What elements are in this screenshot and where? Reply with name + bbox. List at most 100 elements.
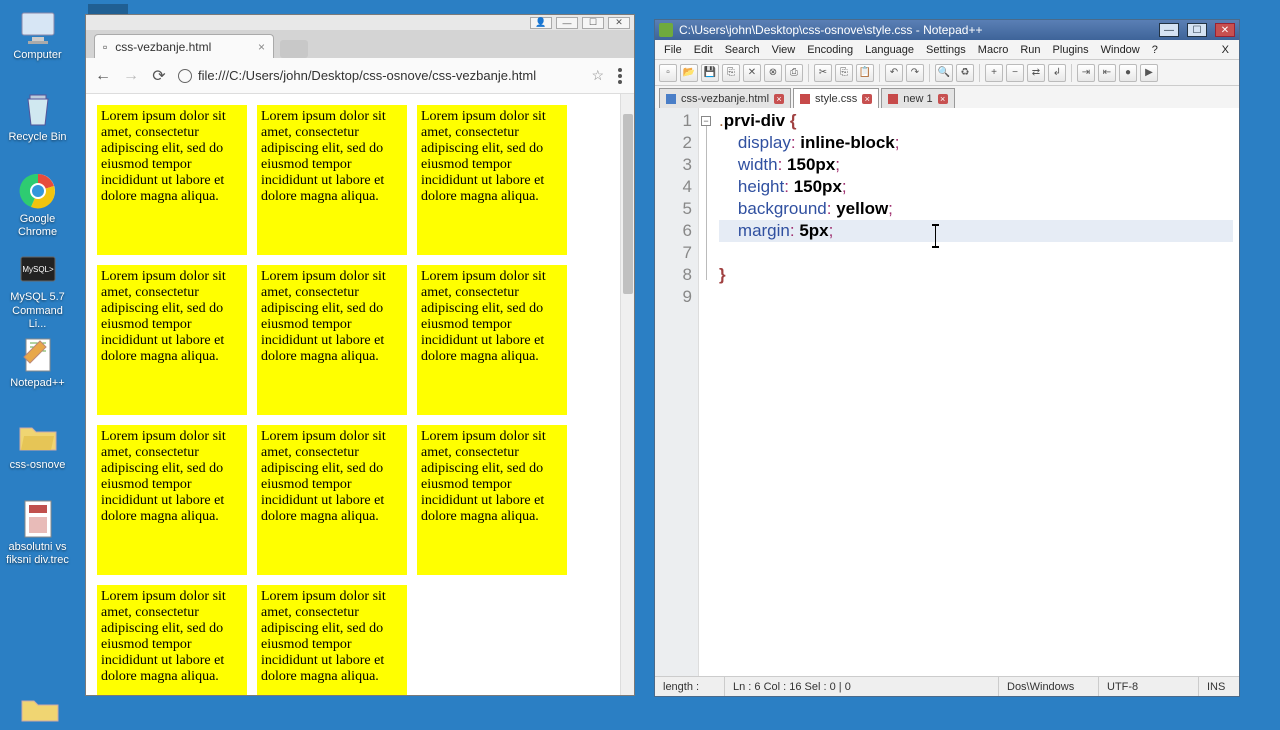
file-tab[interactable]: style.css× [793,88,879,108]
menu-edit[interactable]: Edit [689,42,718,58]
browser-tab[interactable]: ▫ css-vezbanje.html × [94,34,274,58]
desktop-label: Notepad++ [10,377,64,390]
redo-icon[interactable]: ↷ [906,64,924,82]
app-icon [659,23,673,37]
desktop-label: Google Chrome [4,213,72,239]
save-all-icon[interactable]: ⎘ [722,64,740,82]
open-file-icon[interactable]: 📂 [680,64,698,82]
minimize-button[interactable]: — [556,17,578,29]
close-tab-icon[interactable]: × [938,94,948,104]
save-icon[interactable]: 💾 [701,64,719,82]
desktop-label: MySQL 5.7 Command Li... [4,291,72,331]
indent-icon[interactable]: ⇥ [1077,64,1095,82]
code-line: background: yellow; [719,198,1233,220]
file-state-icon [666,94,676,104]
back-button[interactable]: ← [94,67,112,85]
find-icon[interactable]: 🔍 [935,64,953,82]
print-icon[interactable]: ⎙ [785,64,803,82]
menu-plugins[interactable]: Plugins [1048,42,1094,58]
taskbar-folder-icon[interactable] [20,693,60,730]
menu-file[interactable]: File [659,42,687,58]
notepadpp-window: C:\Users\john\Desktop\css-osnove\style.c… [654,19,1240,697]
maximize-button[interactable]: ☐ [582,17,604,29]
desktop-icon-mysql[interactable]: MySQL> MySQL 5.7 Command Li... [2,251,74,333]
replace-icon[interactable]: ♻ [956,64,974,82]
desktop-icon-recycle-bin[interactable]: Recycle Bin [2,87,74,169]
menu-run[interactable]: Run [1015,42,1045,58]
svg-text:MySQL>: MySQL> [22,265,54,274]
close-tab-icon[interactable]: × [862,94,872,104]
desktop-label: absolutni vs fiksni div.trec [4,541,72,567]
chrome-menu-icon[interactable] [618,74,622,78]
sync-icon[interactable]: ⇄ [1027,64,1045,82]
outdent-icon[interactable]: ⇤ [1098,64,1116,82]
editor[interactable]: 123456789 − .prvi-div { display: inline-… [655,108,1239,676]
menu-settings[interactable]: Settings [921,42,971,58]
yellow-box: Lorem ipsum dolor sit amet, consectetur … [417,105,567,255]
fold-column: − [699,108,713,676]
menu-macro[interactable]: Macro [973,42,1014,58]
desktop-icon-absolutni[interactable]: absolutni vs fiksni div.trec [2,497,74,579]
code-line [719,242,1233,264]
close-button[interactable]: ✕ [608,17,630,29]
globe-icon [178,69,192,83]
cut-icon[interactable]: ✂ [814,64,832,82]
status-length: length : [655,677,725,696]
chrome-titlebar: 👤 — ☐ ✕ [86,15,634,30]
desktop-icon-css-osnove[interactable]: css-osnove [2,415,74,497]
paste-icon[interactable]: 📋 [856,64,874,82]
code-line [719,286,1233,308]
file-tab[interactable]: new 1× [881,88,954,108]
menu-search[interactable]: Search [720,42,765,58]
menu-encoding[interactable]: Encoding [802,42,858,58]
zoom-in-icon[interactable]: + [985,64,1003,82]
tab-title: css-vezbanje.html [115,40,211,54]
scrollbar-thumb[interactable] [623,114,633,294]
menu-language[interactable]: Language [860,42,919,58]
copy-icon[interactable]: ⎘ [835,64,853,82]
chrome-toolbar: ← → ⟳ file:///C:/Users/john/Desktop/css-… [86,58,634,94]
close-button[interactable]: ✕ [1215,23,1235,37]
status-eol: Dos\Windows [999,677,1099,696]
code-area[interactable]: .prvi-div { display: inline-block; width… [713,108,1239,676]
menu-window[interactable]: Window [1096,42,1145,58]
code-line: } [719,264,1233,286]
close-tab-icon[interactable]: × [258,40,265,54]
scrollbar[interactable] [620,94,634,695]
close-tab-icon[interactable]: × [774,94,784,104]
chrome-window: 👤 — ☐ ✕ ▫ css-vezbanje.html × ← → ⟳ file… [85,14,635,696]
desktop-label: css-osnove [10,459,66,472]
fold-marker[interactable]: − [701,116,711,126]
forward-button[interactable]: → [122,67,140,85]
desktop-label: Computer [13,49,61,62]
text-cursor [935,226,936,246]
page-content: Lorem ipsum dolor sit amet, consectetur … [86,94,634,695]
desktop-icon-chrome[interactable]: Google Chrome [2,169,74,251]
address-bar[interactable]: file:///C:/Users/john/Desktop/css-osnove… [178,67,604,84]
play-icon[interactable]: ▶ [1140,64,1158,82]
url-text: file:///C:/Users/john/Desktop/css-osnove… [198,68,536,83]
new-tab-button[interactable] [280,40,308,58]
code-line: display: inline-block; [719,132,1233,154]
menu-?[interactable]: ? [1147,42,1163,58]
undo-icon[interactable]: ↶ [885,64,903,82]
zoom-out-icon[interactable]: − [1006,64,1024,82]
menubar: FileEditSearchViewEncodingLanguageSettin… [655,40,1239,60]
menu-view[interactable]: View [767,42,801,58]
npp-titlebar: C:\Users\john\Desktop\css-osnove\style.c… [655,20,1239,40]
maximize-button[interactable]: ☐ [1187,23,1207,37]
desktop-icon-computer[interactable]: Computer [2,5,74,87]
minimize-button[interactable]: — [1159,23,1179,37]
code-line: .prvi-div { [719,110,1233,132]
reload-button[interactable]: ⟳ [150,67,168,85]
file-tab[interactable]: css-vezbanje.html× [659,88,791,108]
bookmark-star-icon[interactable]: ☆ [591,67,604,84]
menu-close-doc[interactable]: X [1216,44,1235,56]
user-icon[interactable]: 👤 [530,17,552,29]
wrap-icon[interactable]: ↲ [1048,64,1066,82]
close-file-icon[interactable]: ✕ [743,64,761,82]
record-icon[interactable]: ● [1119,64,1137,82]
close-all-icon[interactable]: ⊗ [764,64,782,82]
new-file-icon[interactable]: ▫ [659,64,677,82]
desktop-icon-notepadpp[interactable]: Notepad++ [2,333,74,415]
